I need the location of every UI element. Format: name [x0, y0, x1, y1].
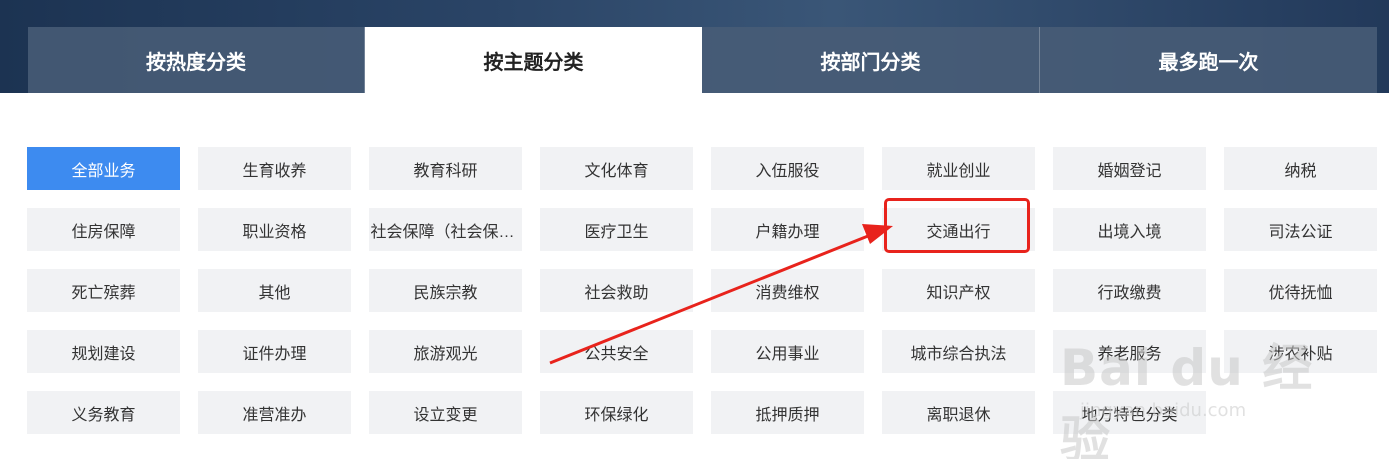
category-item-label: 司法公证 [1268, 223, 1333, 241]
category-tabs: 按热度分类 按主题分类 按部门分类 最多跑一次 [28, 27, 1377, 93]
category-item-label: 死亡殡葬 [71, 284, 136, 302]
category-item-label: 涉农补贴 [1268, 345, 1333, 363]
category-item[interactable]: 地方特色分类 [1053, 391, 1206, 434]
category-item[interactable]: 优待抚恤 [1224, 269, 1377, 312]
category-item-label: 入伍服役 [755, 162, 820, 180]
category-item-label: 养老服务 [1097, 345, 1162, 363]
category-item[interactable]: 交通出行 [882, 208, 1035, 251]
category-item-label: 生育收养 [242, 162, 307, 180]
category-item-label: 交通出行 [926, 223, 991, 241]
category-item[interactable]: 全部业务 [27, 147, 180, 190]
category-item[interactable]: 医疗卫生 [540, 208, 693, 251]
category-item[interactable]: 城市综合执法 [882, 330, 1035, 373]
category-item[interactable]: 设立变更 [369, 391, 522, 434]
category-item[interactable]: 婚姻登记 [1053, 147, 1206, 190]
category-item[interactable]: 户籍办理 [711, 208, 864, 251]
category-item-label: 设立变更 [413, 406, 478, 424]
category-item-label: 其他 [258, 284, 291, 302]
category-item-label: 证件办理 [242, 345, 307, 363]
category-item-label: 社会救助 [584, 284, 649, 302]
category-item-label: 准营准办 [242, 406, 307, 424]
category-item[interactable]: 社会保障（社会保险） [369, 208, 522, 251]
category-item[interactable]: 旅游观光 [369, 330, 522, 373]
category-item-label: 纳税 [1284, 162, 1317, 180]
category-item-label: 离职退休 [926, 406, 991, 424]
category-item[interactable]: 住房保障 [27, 208, 180, 251]
category-item-label: 教育科研 [413, 162, 478, 180]
category-item[interactable]: 职业资格 [198, 208, 351, 251]
category-item-label: 婚姻登记 [1097, 162, 1162, 180]
category-item-label: 优待抚恤 [1268, 284, 1333, 302]
category-item-label: 消费维权 [755, 284, 820, 302]
category-item[interactable]: 知识产权 [882, 269, 1035, 312]
category-item-label: 医疗卫生 [584, 223, 649, 241]
category-item[interactable]: 养老服务 [1053, 330, 1206, 373]
category-item[interactable]: 准营准办 [198, 391, 351, 434]
tab-run-once[interactable]: 最多跑一次 [1040, 27, 1377, 93]
category-item[interactable]: 就业创业 [882, 147, 1035, 190]
category-item[interactable]: 公用事业 [711, 330, 864, 373]
page: 按热度分类 按主题分类 按部门分类 最多跑一次 全部业务 生育收养 教育科研 文化体育… [0, 0, 1389, 459]
category-item[interactable]: 死亡殡葬 [27, 269, 180, 312]
category-item[interactable]: 涉农补贴 [1224, 330, 1377, 373]
category-item-label: 旅游观光 [413, 345, 478, 363]
category-item[interactable]: 离职退休 [882, 391, 1035, 434]
category-item[interactable]: 社会救助 [540, 269, 693, 312]
category-grid: 全部业务 生育收养 教育科研 文化体育 入伍服役 就业创业 婚姻登记 纳税 住房保障 职业资格 社会… [27, 147, 1377, 434]
category-item-label: 环保绿化 [584, 406, 649, 424]
category-item-label: 城市综合执法 [910, 345, 1007, 363]
category-item[interactable]: 证件办理 [198, 330, 351, 373]
category-item[interactable]: 纳税 [1224, 147, 1377, 190]
category-item[interactable]: 入伍服役 [711, 147, 864, 190]
category-item[interactable]: 抵押质押 [711, 391, 864, 434]
category-item-label: 社会保障（社会保险） [370, 223, 521, 241]
category-item-label: 全部业务 [71, 162, 136, 180]
category-item-label: 行政缴费 [1097, 284, 1162, 302]
category-item[interactable]: 规划建设 [27, 330, 180, 373]
category-item[interactable]: 司法公证 [1224, 208, 1377, 251]
category-item[interactable]: 义务教育 [27, 391, 180, 434]
tab-topic[interactable]: 按主题分类 [365, 27, 702, 93]
category-item[interactable]: 其他 [198, 269, 351, 312]
category-item-label: 规划建设 [71, 345, 136, 363]
category-item-label: 文化体育 [584, 162, 649, 180]
category-item[interactable]: 教育科研 [369, 147, 522, 190]
category-item-label: 地方特色分类 [1081, 406, 1178, 424]
category-item-label: 就业创业 [926, 162, 991, 180]
category-item[interactable]: 出境入境 [1053, 208, 1206, 251]
category-item[interactable]: 环保绿化 [540, 391, 693, 434]
category-item[interactable]: 消费维权 [711, 269, 864, 312]
category-item-label: 公用事业 [755, 345, 820, 363]
tab-hot[interactable]: 按热度分类 [28, 27, 365, 93]
category-item[interactable]: 公共安全 [540, 330, 693, 373]
category-item-label: 户籍办理 [755, 223, 820, 241]
category-item[interactable]: 文化体育 [540, 147, 693, 190]
category-item-label: 知识产权 [926, 284, 991, 302]
category-item-label: 住房保障 [71, 223, 136, 241]
category-item-label: 义务教育 [71, 406, 136, 424]
tab-department[interactable]: 按部门分类 [702, 27, 1040, 93]
category-item-label: 职业资格 [242, 223, 307, 241]
category-item[interactable]: 行政缴费 [1053, 269, 1206, 312]
category-item[interactable]: 生育收养 [198, 147, 351, 190]
category-item-label: 抵押质押 [755, 406, 820, 424]
category-item-label: 公共安全 [584, 345, 649, 363]
category-item-label: 民族宗教 [413, 284, 478, 302]
category-item-label: 出境入境 [1097, 223, 1162, 241]
category-item[interactable]: 民族宗教 [369, 269, 522, 312]
